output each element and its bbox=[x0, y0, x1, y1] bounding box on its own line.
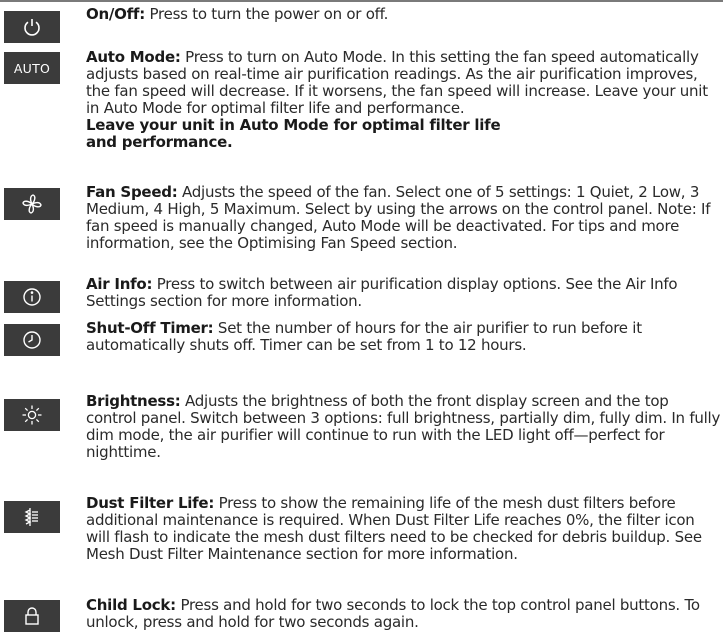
brightness-icon bbox=[4, 399, 60, 431]
shut-off-timer-description: Shut-Off Timer: Set the number of hours … bbox=[86, 319, 642, 355]
fan-icon bbox=[4, 188, 60, 220]
fan-speed-description: Fan Speed: Adjusts the speed of the fan.… bbox=[86, 183, 711, 253]
brightness-description: Brightness: Adjusts the brightness of bo… bbox=[86, 392, 721, 462]
on-off-description: On/Off: Press to turn the power on or of… bbox=[86, 5, 389, 23]
filter-icon bbox=[4, 501, 60, 533]
clock-icon bbox=[4, 324, 60, 356]
auto-badge: AUTO bbox=[4, 52, 60, 84]
info-icon bbox=[4, 281, 60, 313]
auto-mode-note: Leave your unit in Auto Mode for optimal… bbox=[86, 116, 501, 152]
dust-filter-life-description: Dust Filter Life: Press to show the rema… bbox=[86, 494, 702, 564]
top-divider bbox=[0, 0, 723, 2]
lock-icon bbox=[4, 600, 60, 632]
child-lock-description: Child Lock: Press and hold for two secon… bbox=[86, 596, 700, 632]
auto-mode-description: Auto Mode: Press to turn on Auto Mode. I… bbox=[86, 48, 708, 152]
air-info-description: Air Info: Press to switch between air pu… bbox=[86, 275, 678, 311]
power-icon bbox=[4, 11, 60, 43]
